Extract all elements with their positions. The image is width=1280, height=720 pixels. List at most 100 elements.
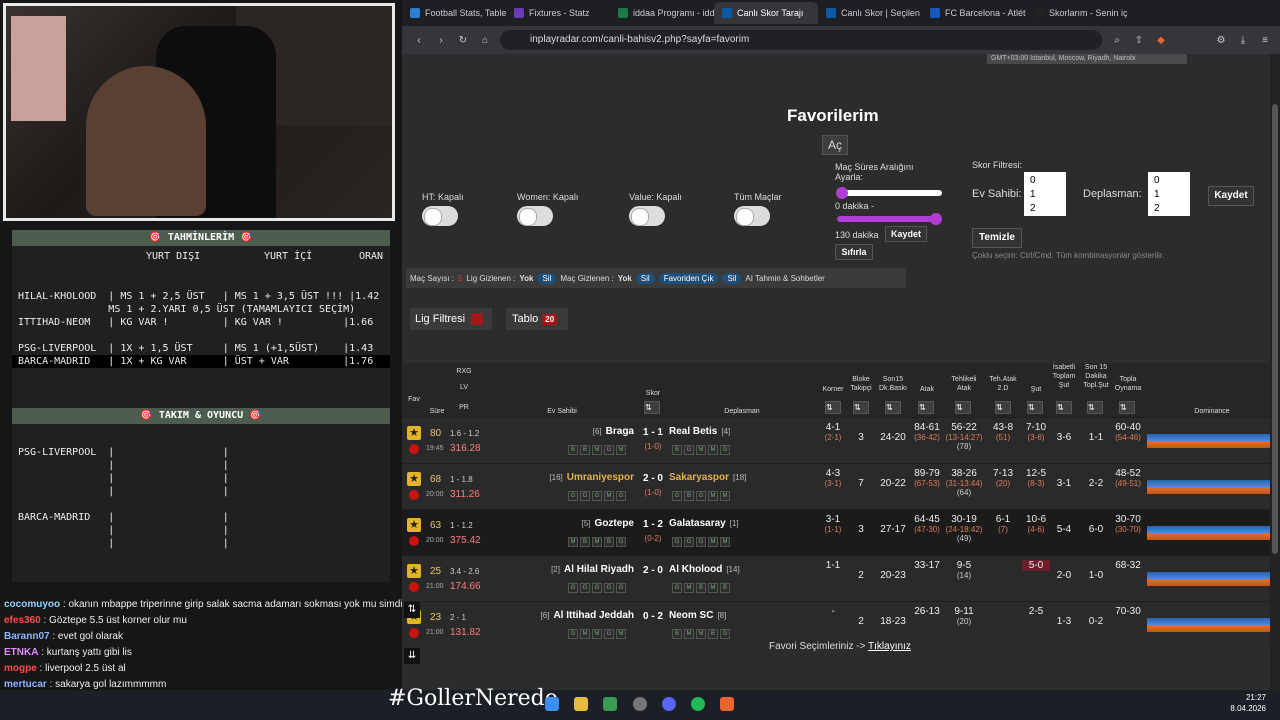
home-score-select[interactable]: 0 1 2 bbox=[1024, 172, 1066, 216]
sort-button[interactable]: ⇅ bbox=[995, 401, 1011, 414]
sort-button[interactable]: ⇅ bbox=[1119, 401, 1135, 414]
notepad-icon[interactable] bbox=[603, 697, 617, 711]
range-slider-handle-2[interactable] bbox=[930, 213, 942, 225]
chat-username[interactable]: mertucar bbox=[4, 679, 47, 690]
sort-button[interactable]: ⇅ bbox=[955, 401, 971, 414]
reload-icon[interactable]: ↻ bbox=[456, 35, 470, 46]
favorite-selections-link[interactable]: Favori Seçimleriniz -> Tıklayınız bbox=[769, 641, 911, 652]
extensions-icon[interactable]: ⚙ bbox=[1214, 35, 1228, 46]
home-team[interactable]: [6] Braga bbox=[593, 426, 634, 437]
timezone-select[interactable]: GMT+03:00 Istanbul, Moscow, Riyadh, Nair… bbox=[987, 54, 1187, 64]
url-input[interactable]: inplayradar.com/canli-bahisv2.php?sayfa=… bbox=[500, 30, 1102, 50]
sort-button[interactable]: ⇅ bbox=[644, 401, 660, 414]
away-team[interactable]: Al Kholood [14] bbox=[669, 564, 740, 575]
sort-button[interactable]: ⇅ bbox=[1087, 401, 1103, 414]
league-filter-button[interactable]: Lig Filtresi bbox=[410, 308, 492, 330]
browser-tab[interactable]: Skorlarım - Senin iç bbox=[1026, 2, 1130, 24]
sort-toggle-icon[interactable]: ⇅ bbox=[404, 602, 420, 618]
clear-matches-button[interactable]: Sil bbox=[635, 272, 655, 284]
ht-toggle[interactable]: HT: Kapalı bbox=[422, 192, 464, 226]
ai-predictions-dropdown[interactable]: AI Tahmin & Sohbetler bbox=[745, 274, 824, 283]
clear-button[interactable]: Temizle bbox=[972, 228, 1022, 248]
range-save-button[interactable]: Kaydet bbox=[885, 226, 927, 242]
obs-icon[interactable] bbox=[633, 697, 647, 711]
away-team[interactable]: Sakaryaspor [18] bbox=[669, 472, 746, 483]
chat-username[interactable]: efes360 bbox=[4, 615, 41, 626]
favorite-star-icon[interactable]: ★ bbox=[407, 518, 421, 532]
sort-button[interactable]: ⇅ bbox=[885, 401, 901, 414]
chat-username[interactable]: mogpe bbox=[4, 663, 37, 674]
browser-tab[interactable]: iddaa Programı - idd bbox=[610, 2, 714, 24]
home-team[interactable]: [16] Umraniyespor bbox=[549, 472, 634, 483]
favorite-link-anchor[interactable]: Tıklayınız bbox=[868, 641, 911, 652]
option[interactable]: 0 bbox=[1030, 174, 1060, 188]
windows-start-icon[interactable] bbox=[545, 697, 559, 711]
toggle-switch[interactable] bbox=[422, 206, 458, 226]
chat-username[interactable]: Barann07 bbox=[4, 631, 50, 642]
download-icon[interactable]: ⤓ bbox=[1236, 35, 1250, 46]
range-slider-track-2[interactable] bbox=[837, 216, 941, 222]
toggle-switch[interactable] bbox=[629, 206, 665, 226]
file-explorer-icon[interactable] bbox=[574, 697, 588, 711]
option[interactable]: 2 bbox=[1030, 202, 1060, 216]
sort-button[interactable]: ⇅ bbox=[1056, 401, 1072, 414]
open-button[interactable]: Aç bbox=[822, 135, 848, 155]
spotify-icon[interactable] bbox=[691, 697, 705, 711]
home-team[interactable]: [5] Goztepe bbox=[582, 518, 634, 529]
away-team[interactable]: Galatasaray [1] bbox=[669, 518, 739, 529]
option[interactable]: 1 bbox=[1154, 188, 1184, 202]
option[interactable]: 2 bbox=[1154, 202, 1184, 216]
sort-button[interactable]: ⇅ bbox=[918, 401, 934, 414]
table-row[interactable]: ★ 80 19:45 1.6 - 1.2 316.28 [6] Braga 1 - 1 (1-0… bbox=[402, 417, 1270, 463]
favorite-star-icon[interactable]: ★ bbox=[407, 426, 421, 440]
toggle-switch[interactable] bbox=[734, 206, 770, 226]
option[interactable]: 1 bbox=[1030, 188, 1060, 202]
away-team[interactable]: Neom SC [8] bbox=[669, 610, 726, 621]
range-slider-handle[interactable] bbox=[836, 187, 848, 199]
share-icon[interactable]: ⇧ bbox=[1132, 35, 1146, 46]
clear-leagues-button[interactable]: Sil bbox=[537, 272, 557, 284]
table-row[interactable]: ★ 63 20:00 1 - 1.2 375.42 [5] Goztepe 1 - 2 (0-2… bbox=[402, 509, 1270, 555]
menu-icon[interactable]: ≡ bbox=[1258, 35, 1272, 46]
sort-button[interactable]: ⇅ bbox=[853, 401, 869, 414]
table-button[interactable]: Tablo 20 bbox=[506, 308, 568, 330]
all-matches-toggle[interactable]: Tüm Maçlar bbox=[734, 192, 782, 226]
browser-tab[interactable]: Football Stats, Table bbox=[402, 2, 506, 24]
table-row[interactable]: ★ 25 21:00 3.4 - 2.6 174.66 [2] Al Hilal Riyad… bbox=[402, 555, 1270, 601]
sort-toggle-icon[interactable]: ⇊ bbox=[404, 648, 420, 664]
browser-tab[interactable]: Fixtures - Statz bbox=[506, 2, 610, 24]
option[interactable]: 0 bbox=[1154, 174, 1184, 188]
range-slider-track[interactable] bbox=[842, 190, 942, 196]
zoom-icon[interactable]: ⌕ bbox=[1110, 35, 1124, 46]
browser-tab[interactable]: Canlı Skor Tarajı bbox=[714, 2, 818, 24]
table-row[interactable]: ★ 68 20:00 1 - 1.8 311.26 [16] Umraniyespor 2 -… bbox=[402, 463, 1270, 509]
brave-shield-icon[interactable]: ◆ bbox=[1154, 35, 1168, 46]
favorite-star-icon[interactable]: ★ bbox=[407, 564, 421, 578]
clear-button[interactable]: Sil bbox=[722, 272, 742, 284]
chat-username[interactable]: cocomuyoo bbox=[4, 599, 60, 610]
brave-icon[interactable] bbox=[720, 697, 734, 711]
away-score-select[interactable]: 0 1 2 bbox=[1148, 172, 1190, 216]
chat-username[interactable]: ETNKA bbox=[4, 647, 38, 658]
remove-favorites-button[interactable]: Favoriden Çık bbox=[658, 272, 719, 284]
score-save-button[interactable]: Kaydet bbox=[1208, 186, 1254, 206]
toggle-switch[interactable] bbox=[517, 206, 553, 226]
scrollbar-thumb[interactable] bbox=[1272, 104, 1278, 554]
browser-tab[interactable]: FC Barcelona - Atlét bbox=[922, 2, 1026, 24]
browser-tab[interactable]: Canlı Skor | Seçilen bbox=[818, 2, 922, 24]
away-team[interactable]: Real Betis [4] bbox=[669, 426, 730, 437]
scrollbar[interactable] bbox=[1270, 54, 1280, 690]
sort-button[interactable]: ⇅ bbox=[1027, 401, 1043, 414]
sort-button[interactable]: ⇅ bbox=[825, 401, 841, 414]
forward-icon[interactable]: › bbox=[434, 35, 448, 46]
back-icon[interactable]: ‹ bbox=[412, 35, 426, 46]
value-toggle[interactable]: Value: Kapalı bbox=[629, 192, 682, 226]
home-icon[interactable]: ⌂ bbox=[478, 35, 492, 46]
home-team[interactable]: [2] Al Hilal Riyadh bbox=[551, 564, 634, 575]
chat-text: sakarya gol lazımmmmm bbox=[55, 679, 167, 690]
favorite-star-icon[interactable]: ★ bbox=[407, 472, 421, 486]
discord-icon[interactable] bbox=[662, 697, 676, 711]
women-toggle[interactable]: Women: Kapalı bbox=[517, 192, 578, 226]
home-team[interactable]: [6] Al Ittihad Jeddah bbox=[541, 610, 634, 621]
reset-button[interactable]: Sıfırla bbox=[835, 244, 873, 260]
